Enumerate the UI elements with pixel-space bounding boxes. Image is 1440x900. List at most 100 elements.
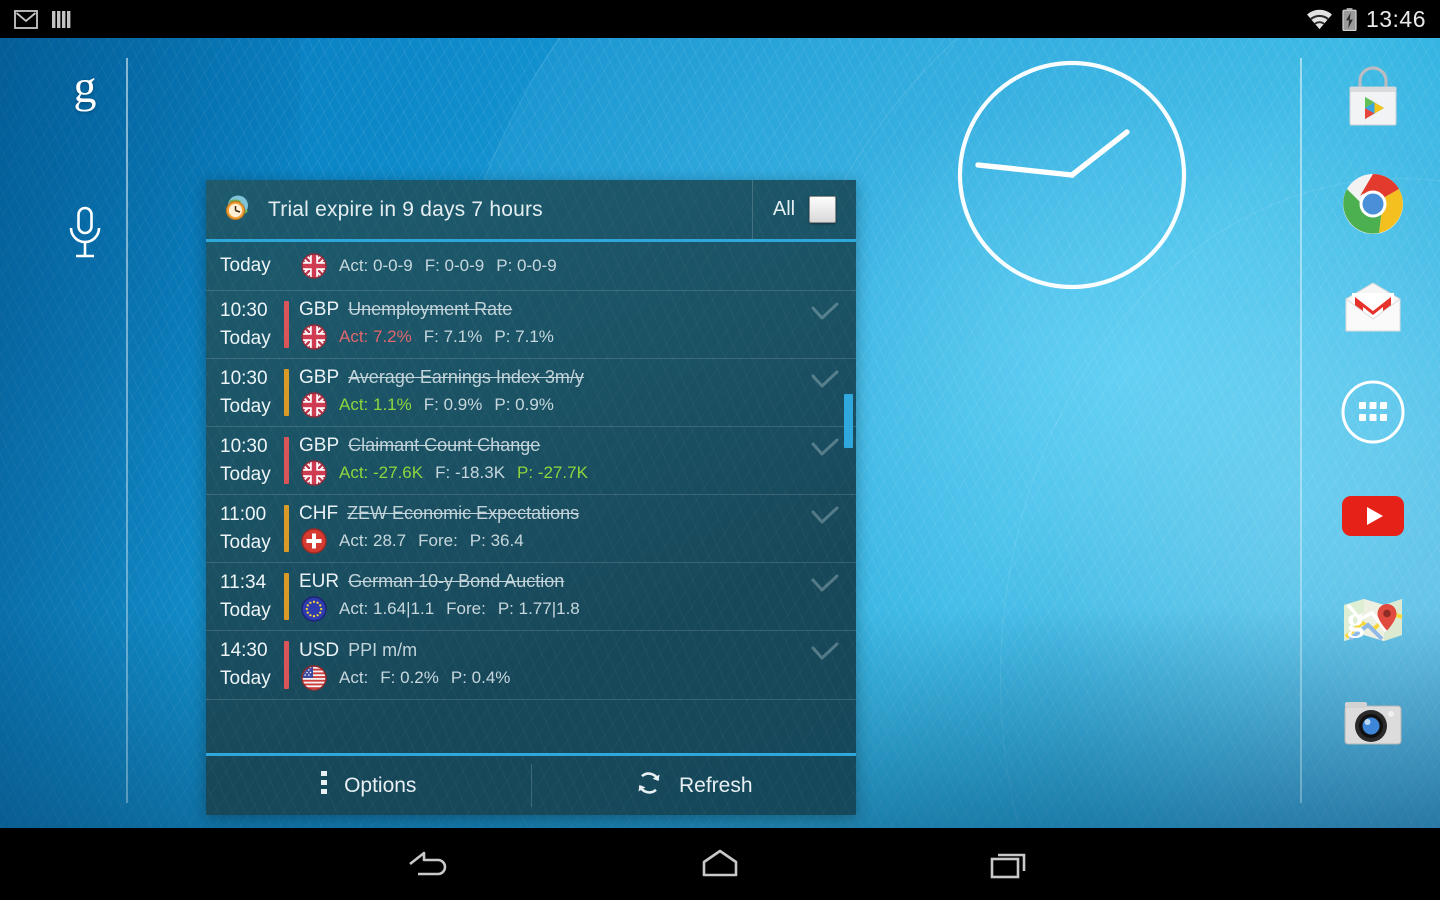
row-time: 10:30: [220, 368, 268, 390]
row-body: Act: 0-0-9 F: 0-0-9 P: 0-0-9: [299, 253, 856, 279]
row-day: Today: [220, 531, 271, 553]
dock-item-camera[interactable]: [1337, 688, 1409, 760]
widget-header: Trial expire in 9 days 7 hours All: [206, 180, 856, 242]
event-list[interactable]: Today Act: 0-0-9 F: 0-0-9 P: 0-0-9 10:30 To…: [206, 242, 856, 753]
status-bar-notifications[interactable]: [14, 9, 72, 29]
table-row[interactable]: Today Act: 0-0-9 F: 0-0-9 P: 0-0-9: [206, 242, 856, 291]
back-button[interactable]: [395, 838, 465, 890]
row-currency: CHF: [299, 503, 339, 525]
row-seen-check-icon[interactable]: [810, 641, 840, 668]
dock-item-app-drawer[interactable]: [1337, 376, 1409, 448]
row-title-line: GBP Claimant Count Change: [299, 435, 812, 457]
row-values: Act: F: 0.2% P: 0.4%: [339, 668, 510, 688]
row-seen-check-icon[interactable]: [810, 437, 840, 464]
row-body: GBP Average Earnings Index 3m/y Act: 1.1…: [299, 365, 856, 420]
row-value: F: 7.1%: [423, 327, 483, 347]
row-value: Act: 7.2%: [339, 327, 412, 347]
list-scrollbar-thumb[interactable]: [844, 394, 853, 448]
row-values-line: Act: F: 0.2% P: 0.4%: [299, 664, 812, 691]
trial-status-text: Trial expire in 9 days 7 hours: [268, 197, 543, 221]
status-bar-clock: 13:46: [1365, 5, 1426, 32]
row-time: 10:30: [220, 436, 268, 458]
row-currency: GBP: [299, 435, 340, 457]
row-currency: USD: [299, 639, 340, 661]
row-body: USD PPI m/m Act: F: 0.2% P: 0.4%: [299, 637, 856, 692]
row-values-line: Act: 1.1% F: 0.9% P: 0.9%: [299, 392, 812, 418]
row-impact-bar: [284, 301, 289, 349]
row-value: Act: 1.64|1.1: [339, 599, 435, 619]
row-time-block: Today: [206, 252, 282, 280]
row-time-block: 10:30 Today: [206, 433, 282, 488]
row-values: Act: 1.64|1.1 Fore: P: 1.77|1.8: [339, 599, 580, 619]
flag-gb-icon: [299, 392, 329, 418]
row-seen-check-icon[interactable]: [810, 573, 840, 600]
analog-clock-widget[interactable]: [955, 58, 1190, 293]
row-value: P: 36.4: [469, 531, 524, 551]
row-values-line: Act: 7.2% F: 7.1% P: 7.1%: [299, 324, 812, 350]
row-currency: GBP: [299, 367, 340, 389]
options-button[interactable]: Options: [206, 756, 531, 815]
google-search-widget[interactable]: g: [30, 50, 140, 810]
overflow-dots-icon: [320, 770, 328, 802]
dock-item-gmail[interactable]: [1337, 272, 1409, 344]
row-time-block: 10:30 Today: [206, 297, 282, 352]
row-values: Act: -27.6K F: -18.3K P: -27.7K: [339, 463, 588, 483]
row-value: Act: 0-0-9: [339, 256, 413, 275]
table-row[interactable]: 14:30 Today USD PPI m/m Act: F: 0.2% P: …: [206, 631, 856, 700]
gmail-notification-icon: [14, 9, 38, 29]
recents-button[interactable]: [975, 838, 1045, 890]
flag-eu-icon: [299, 596, 329, 623]
dock-item-play-store[interactable]: [1337, 64, 1409, 136]
android-tablet-screen: 13:46 g g Trial expire in 9 days 7 hours…: [0, 0, 1440, 900]
refresh-button[interactable]: Refresh: [532, 756, 857, 815]
row-time: 11:00: [220, 504, 267, 526]
row-value: P: 1.77|1.8: [497, 599, 580, 619]
row-time: 14:30: [220, 640, 268, 662]
row-seen-check-icon[interactable]: [810, 369, 840, 396]
all-filter-checkbox[interactable]: [809, 196, 837, 223]
refresh-icon: [635, 769, 663, 803]
row-day: Today: [220, 255, 271, 277]
row-currency: GBP: [299, 299, 340, 321]
row-day: Today: [220, 599, 271, 621]
row-seen-check-icon[interactable]: [810, 301, 840, 328]
status-bar-system[interactable]: 13:46: [1306, 6, 1426, 33]
row-impact-bar: [284, 369, 289, 417]
row-value: Fore:: [418, 531, 458, 551]
table-row[interactable]: 10:30 Today GBP Average Earnings Index 3m…: [206, 359, 856, 428]
row-event-name: ZEW Economic Expectations: [347, 503, 580, 524]
flag-gb-icon: [299, 460, 329, 486]
row-value: Act: -27.6K: [339, 463, 424, 483]
widget-title-zone[interactable]: Trial expire in 9 days 7 hours: [206, 180, 752, 239]
google-logo-icon[interactable]: g: [74, 64, 97, 110]
table-row[interactable]: 11:34 Today EUR German 10-y Bond Auction …: [206, 563, 856, 632]
all-filter-toggle[interactable]: All: [752, 180, 856, 239]
row-value: P: 0-0-9: [496, 256, 557, 275]
flag-ch-icon: [299, 528, 329, 555]
row-value: Act:: [339, 667, 369, 687]
bars-notification-icon: [50, 10, 72, 29]
row-values: Act: 28.7 Fore: P: 36.4: [339, 531, 524, 551]
row-value: Act: 28.7: [339, 531, 407, 551]
row-impact-bar: [284, 437, 289, 485]
row-title-line: CHF ZEW Economic Expectations: [299, 503, 812, 525]
row-time-block: 14:30 Today: [206, 637, 282, 692]
dock-item-maps[interactable]: g: [1337, 584, 1409, 656]
microphone-icon[interactable]: [64, 206, 106, 265]
table-row[interactable]: 10:30 Today GBP Claimant Count Change Act…: [206, 427, 856, 496]
row-title-line: EUR German 10-y Bond Auction: [299, 571, 812, 593]
navigation-bar: [0, 828, 1440, 900]
row-time: 11:34: [220, 572, 267, 594]
row-seen-check-icon[interactable]: [810, 505, 840, 532]
row-event-name: German 10-y Bond Auction: [348, 571, 565, 592]
row-value: F: 0.9%: [423, 395, 483, 415]
table-row[interactable]: 11:00 Today CHF ZEW Economic Expectations…: [206, 495, 856, 564]
dock-item-chrome[interactable]: [1337, 168, 1409, 240]
status-bar: 13:46: [0, 0, 1440, 38]
table-row[interactable]: 10:30 Today GBP Unemployment Rate Act: 7.…: [206, 291, 856, 360]
row-impact-bar: [284, 641, 289, 689]
dock-item-youtube[interactable]: [1337, 480, 1409, 552]
battery-charging-icon: [1342, 7, 1357, 31]
options-button-label: Options: [344, 773, 417, 797]
home-button[interactable]: [685, 838, 755, 890]
